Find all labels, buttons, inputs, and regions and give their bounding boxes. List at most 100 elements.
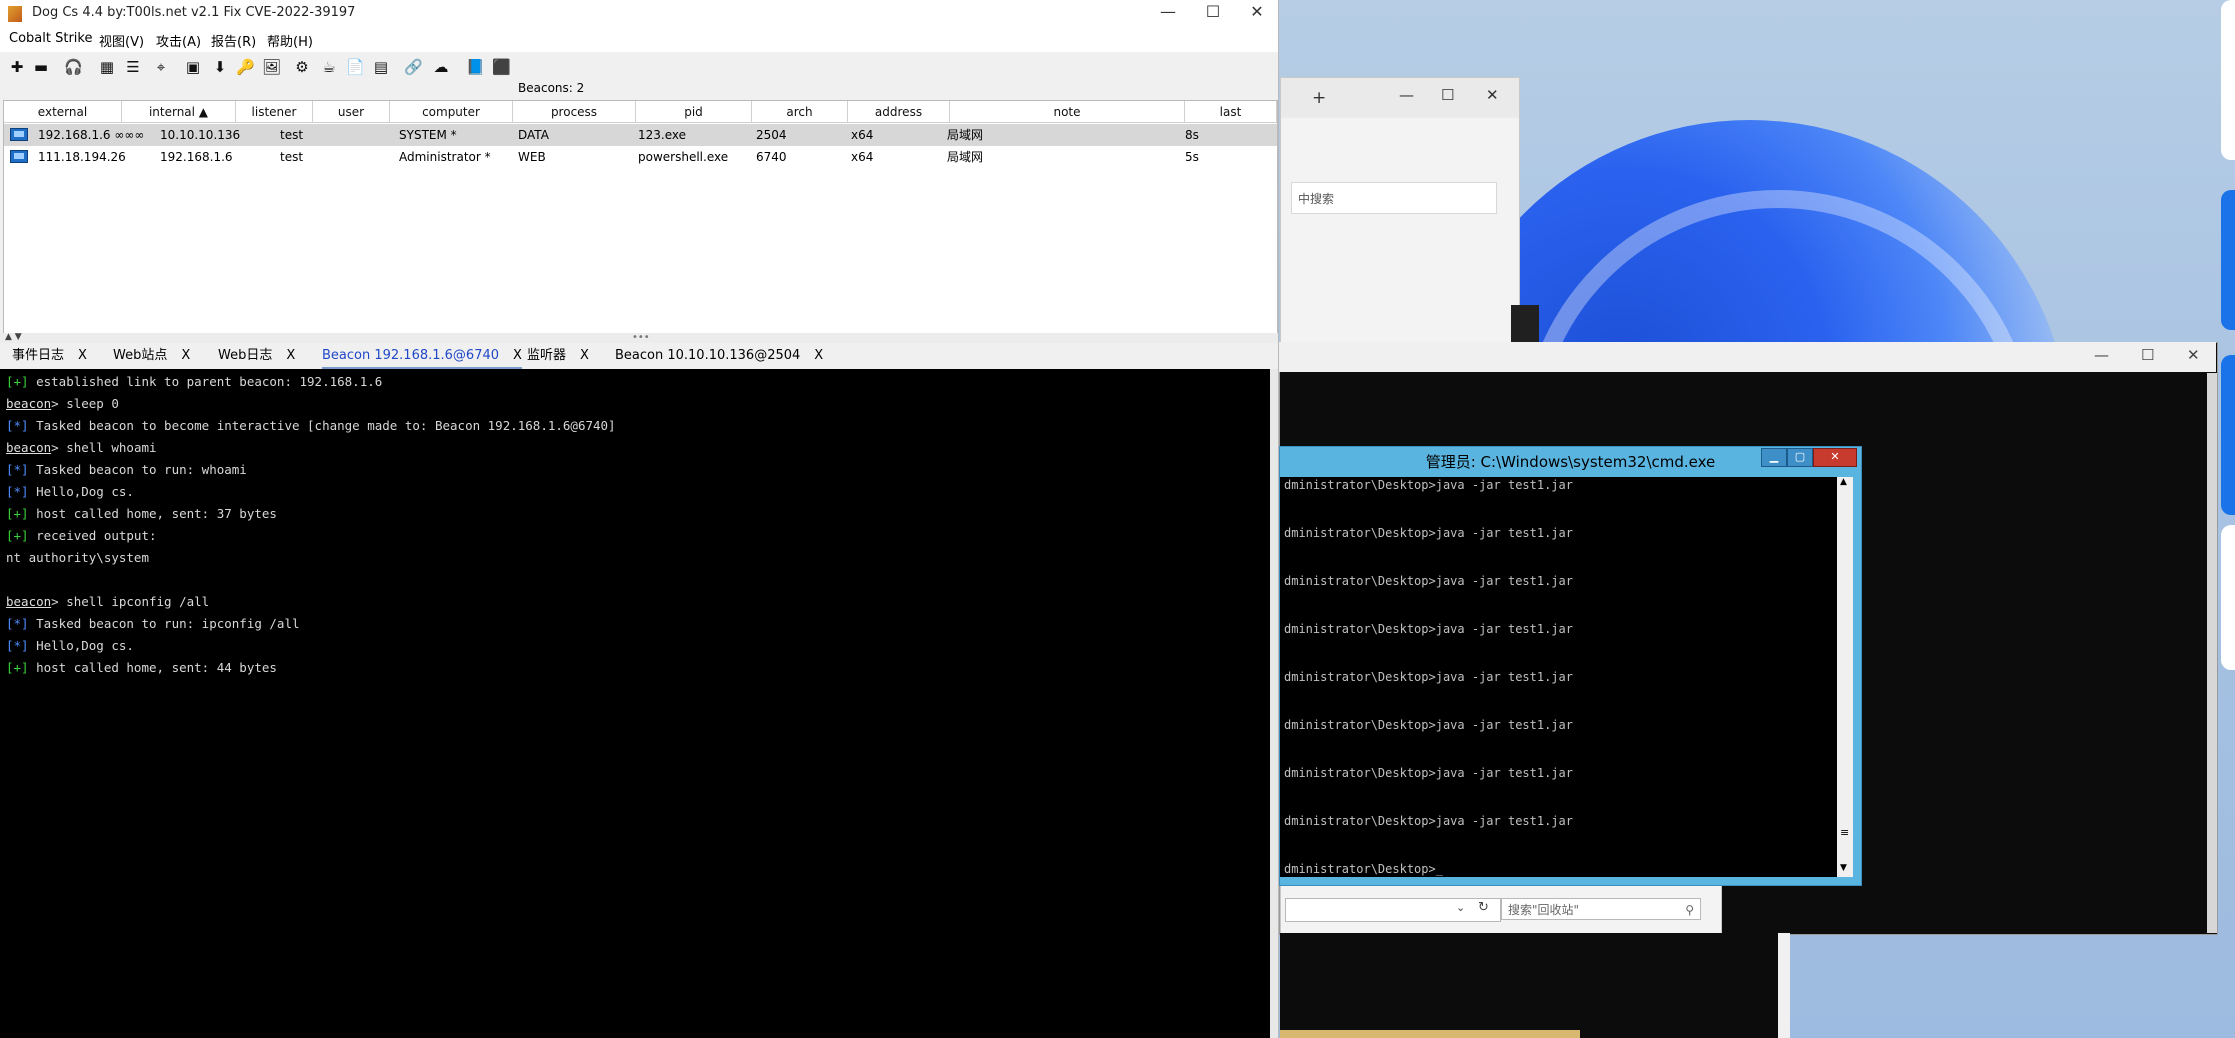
tab-5[interactable]: Beacon 10.10.10.136@2504 X [615, 343, 823, 369]
link-icon[interactable]: 🔗 [404, 58, 423, 76]
menu-help[interactable]: 帮助(H) [267, 31, 313, 50]
explorer-window[interactable]: + — ☐ ✕ 中搜索 [1280, 77, 1539, 345]
cell-last: 8s [1185, 128, 1199, 142]
console-text: Tasked beacon to run: whoami [28, 462, 247, 477]
column-header-user[interactable]: user [313, 101, 390, 123]
tab-close-button[interactable]: X [286, 348, 295, 363]
cell-process: powershell.exe [638, 150, 729, 164]
console-tag: [+] [6, 506, 29, 521]
cmd-output[interactable]: dministrator\Desktop>java -jar test1.jar… [1280, 477, 1837, 877]
connect-icon[interactable]: ✚ [8, 58, 26, 76]
scroll-thumb-icon[interactable]: ≡ [1840, 826, 1849, 839]
download-icon[interactable]: ⬇ [211, 58, 229, 76]
console-tag: [*] [6, 484, 29, 499]
cmd-line: dministrator\Desktop>java -jar test1.jar [1284, 526, 1573, 540]
book-icon[interactable]: 📘 [466, 58, 485, 76]
recycle-bin-window[interactable]: ⌄ ↻ 搜索"回收站" ⚲ [1280, 885, 1722, 935]
target-icon[interactable]: ⌖ [152, 58, 170, 76]
close-button[interactable]: ✕ [1486, 86, 1499, 104]
tab-close-button[interactable]: X [814, 348, 823, 363]
cloud-icon[interactable]: ☁ [432, 58, 450, 76]
headphones-icon[interactable]: 🎧 [64, 58, 83, 76]
session-table-icon[interactable]: ☰ [124, 58, 142, 76]
cobalt-strike-window[interactable]: Dog Cs 4.4 by:T00ls.net v2.1 Fix CVE-202… [0, 0, 1279, 1038]
menu-report[interactable]: 报告(R) [211, 31, 256, 50]
collapse-arrows-icon[interactable]: ▲ ▼ [5, 332, 22, 342]
column-header-last[interactable]: last [1185, 101, 1277, 123]
column-header-pid[interactable]: pid [636, 101, 752, 123]
pivot-graph-icon[interactable]: ▦ [98, 58, 116, 76]
close-button[interactable]: ✕ [1813, 448, 1857, 467]
tab-2[interactable]: Web日志 X [218, 343, 295, 369]
terminal-scrollbar[interactable] [1778, 933, 1790, 1038]
address-bar[interactable]: ⌄ ↻ [1285, 898, 1501, 922]
cube-icon[interactable]: ⬛ [492, 58, 511, 76]
tab-close-button[interactable]: X [580, 348, 589, 363]
cell-user: Administrator * [399, 150, 491, 164]
close-button[interactable]: ✕ [2187, 346, 2200, 364]
tab-3[interactable]: Beacon 192.168.1.6@6740 X [322, 343, 522, 369]
taskbar-strip [1280, 1030, 1580, 1038]
maximize-button[interactable]: ☐ [1198, 2, 1228, 21]
console-tag: [*] [6, 638, 29, 653]
splitter-grip-icon[interactable]: ••• [632, 332, 650, 343]
tab-close-button[interactable]: X [513, 348, 522, 363]
console-line: [*] Tasked beacon to run: ipconfig /all [6, 616, 300, 631]
column-header-external[interactable]: external [4, 101, 122, 123]
new-tab-button[interactable]: + [1312, 88, 1326, 108]
console-prompt: beacon [6, 440, 52, 455]
table-row[interactable]: 111.18.194.26 192.168.1.6 test Administrato… [4, 146, 1277, 168]
recycle-search-input[interactable]: 搜索"回收站" ⚲ [1501, 898, 1701, 920]
disconnect-icon[interactable]: ▬ [32, 58, 50, 76]
menu-attack[interactable]: 攻击(A) [156, 31, 201, 50]
scroll-up-icon[interactable]: ▲ [1840, 477, 1847, 487]
column-header-process[interactable]: process [513, 101, 636, 123]
cmd-window[interactable]: 管理员: C:\Windows\system32\cmd.exe ▁ ▢ ✕ d… [1279, 446, 1862, 886]
script-icon[interactable]: 📄 [346, 58, 365, 76]
beacon-table[interactable]: external internal ▲ listener user computer pr… [3, 100, 1278, 335]
column-header-listener[interactable]: listener [236, 101, 313, 123]
maximize-button[interactable]: ☐ [1441, 86, 1454, 104]
credentials-icon[interactable]: ▣ [184, 58, 202, 76]
minimize-button[interactable]: — [2094, 346, 2109, 364]
minimize-button[interactable]: ▁ [1761, 448, 1787, 467]
maximize-button[interactable]: ☐ [2141, 346, 2154, 364]
terminal-scrollbar[interactable] [2207, 373, 2217, 933]
keys-icon[interactable]: 🔑 [236, 58, 255, 76]
console-icon[interactable]: ▤ [372, 58, 390, 76]
minimize-button[interactable]: — [1153, 2, 1183, 21]
cmd-line: dministrator\Desktop>java -jar test1.jar [1284, 478, 1573, 492]
tab-close-button[interactable]: X [181, 348, 190, 363]
table-row[interactable]: 192.168.1.6 ∞∞∞ 10.10.10.136 test SYSTEM * D… [4, 124, 1277, 146]
console-scrollbar[interactable] [1270, 369, 1278, 1038]
cmd-scrollbar[interactable]: ▲ ≡ ▼ [1837, 477, 1853, 877]
settings-icon[interactable]: ⚙ [293, 58, 311, 76]
maximize-button[interactable]: ▢ [1787, 448, 1813, 467]
column-header-address[interactable]: address [848, 101, 950, 123]
screenshots-icon[interactable]: 🖼 [262, 58, 281, 76]
tab-close-button[interactable]: X [78, 348, 87, 363]
app-icon [8, 6, 22, 22]
column-header-internal[interactable]: internal ▲ [122, 101, 236, 123]
cell-user: SYSTEM * [399, 128, 457, 142]
minimize-button[interactable]: — [1399, 86, 1414, 104]
menu-cobalt-strike[interactable]: Cobalt Strike [9, 31, 92, 46]
beacon-console[interactable]: [+] established link to parent beacon: 1… [0, 369, 1270, 1038]
console-line: [+] host called home, sent: 44 bytes [6, 660, 277, 675]
column-header-arch[interactable]: arch [752, 101, 848, 123]
menu-view[interactable]: 视图(V) [99, 31, 144, 50]
tab-1[interactable]: Web站点 X [113, 343, 190, 369]
explorer-search-input[interactable]: 中搜索 [1291, 182, 1497, 214]
column-header-note[interactable]: note [950, 101, 1185, 123]
column-header-computer[interactable]: computer [390, 101, 513, 123]
coffee-icon[interactable]: ☕ [320, 58, 338, 76]
console-line: beacon> shell whoami [6, 440, 157, 455]
scroll-down-icon[interactable]: ▼ [1840, 863, 1847, 873]
chevron-down-icon[interactable]: ⌄ [1456, 901, 1465, 914]
close-button[interactable]: ✕ [1242, 2, 1272, 21]
console-text: nt authority\system [6, 550, 149, 565]
console-line: [*] Hello,Dog cs. [6, 638, 134, 653]
refresh-icon[interactable]: ↻ [1478, 900, 1489, 915]
tab-0[interactable]: 事件日志 X [12, 343, 87, 369]
tab-4[interactable]: 监听器 X [527, 343, 589, 369]
